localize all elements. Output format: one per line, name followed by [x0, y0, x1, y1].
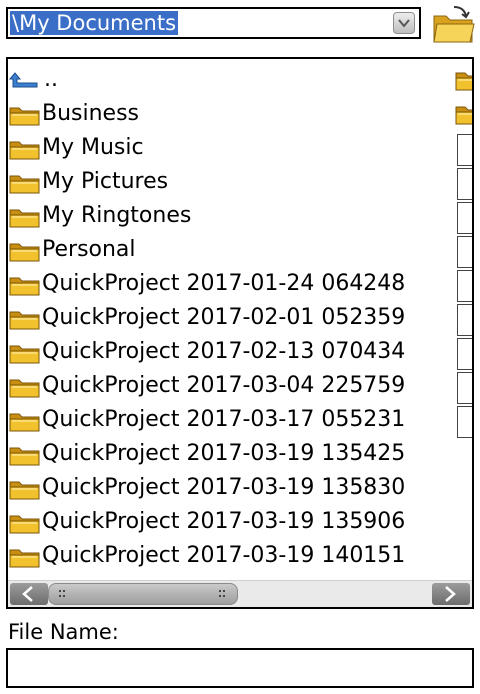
folder-icon	[9, 273, 41, 296]
folder-icon	[9, 443, 41, 466]
folder-row[interactable]: My Ringtones	[8, 199, 453, 233]
folder-icon	[9, 171, 41, 194]
folder-name: QuickProject 2017-03-17 055231	[42, 407, 406, 432]
folder-icon	[9, 137, 41, 160]
folder-row[interactable]: QuickProject 2017-03-17 055231	[8, 403, 453, 437]
chevron-down-icon	[398, 19, 410, 28]
folder-icon	[9, 375, 41, 398]
path-dropdown-button[interactable]	[393, 12, 415, 34]
scroll-left-button[interactable]	[10, 583, 48, 605]
file-list-second-column	[455, 63, 472, 438]
grip-icon	[59, 590, 67, 600]
folder-icon	[9, 239, 41, 262]
folder-row[interactable]: QuickProject 2017-02-01 052359	[8, 301, 453, 335]
folder-icon	[9, 205, 41, 228]
chevron-left-icon	[22, 586, 33, 602]
up-arrow-icon	[8, 69, 41, 91]
scroll-right-button[interactable]	[432, 583, 470, 605]
folder-icon	[9, 341, 41, 364]
folder-icon[interactable]	[455, 97, 472, 131]
folder-name: QuickProject 2017-03-19 135425	[42, 441, 406, 466]
folder-row[interactable]: Personal	[8, 233, 453, 267]
file-icon[interactable]	[455, 199, 472, 234]
file-name-label: File Name:	[8, 620, 119, 644]
path-combobox[interactable]: \My Documents	[6, 7, 421, 39]
file-icon[interactable]	[455, 369, 472, 404]
file-icon[interactable]	[455, 403, 472, 438]
file-icon[interactable]	[455, 335, 472, 370]
folder-name: My Ringtones	[42, 203, 192, 228]
folder-row[interactable]: QuickProject 2017-03-04 225759	[8, 369, 453, 403]
folder-row[interactable]: My Music	[8, 131, 453, 165]
scroll-thumb[interactable]	[48, 583, 238, 605]
folder-name: QuickProject 2017-03-04 225759	[42, 373, 406, 398]
up-folder-button[interactable]	[432, 4, 476, 46]
parent-folder-row[interactable]: ..	[8, 63, 453, 97]
folder-name: QuickProject 2017-02-01 052359	[42, 305, 406, 330]
folder-row[interactable]: QuickProject 2017-03-19 135906	[8, 505, 453, 539]
folder-row[interactable]: QuickProject 2017-03-19 135830	[8, 471, 453, 505]
folder-name: ..	[44, 67, 58, 92]
folder-row[interactable]: QuickProject 2017-03-19 140151	[8, 539, 453, 573]
chevron-right-icon	[445, 586, 456, 602]
folder-icon	[9, 307, 41, 330]
folder-name: QuickProject 2017-03-19 135906	[42, 509, 406, 534]
file-icon[interactable]	[455, 165, 472, 200]
folder-name: QuickProject 2017-03-19 140151	[42, 543, 406, 568]
file-icon[interactable]	[455, 233, 472, 268]
folder-icon	[9, 477, 41, 500]
file-icon[interactable]	[455, 131, 472, 166]
file-list-rows: .. Business My Music My Pictures My Ringtone…	[8, 63, 453, 573]
folder-name: QuickProject 2017-02-13 070434	[42, 339, 406, 364]
file-list[interactable]: .. Business My Music My Pictures My Ringtone…	[6, 57, 474, 609]
file-icon[interactable]	[455, 267, 472, 302]
folder-name: My Pictures	[42, 169, 169, 194]
folder-row[interactable]: My Pictures	[8, 165, 453, 199]
folder-icon	[9, 545, 41, 568]
folder-name: QuickProject 2017-03-19 135830	[42, 475, 406, 500]
grip-icon	[219, 590, 227, 600]
file-name-input[interactable]	[6, 648, 474, 688]
open-folder-icon	[433, 6, 475, 43]
file-icon[interactable]	[455, 301, 472, 336]
folder-row[interactable]: QuickProject 2017-01-24 064248	[8, 267, 453, 301]
folder-icon	[9, 409, 41, 432]
folder-icon	[9, 103, 41, 126]
folder-icon[interactable]	[455, 63, 472, 97]
folder-row[interactable]: Business	[8, 97, 453, 131]
folder-name: My Music	[42, 135, 144, 160]
path-value[interactable]: \My Documents	[10, 11, 179, 35]
folder-name: QuickProject 2017-01-24 064248	[42, 271, 406, 296]
folder-row[interactable]: QuickProject 2017-02-13 070434	[8, 335, 453, 369]
folder-name: Personal	[42, 237, 136, 262]
folder-row[interactable]: QuickProject 2017-03-19 135425	[8, 437, 453, 471]
folder-icon	[9, 511, 41, 534]
horizontal-scrollbar[interactable]	[8, 580, 472, 607]
folder-name: Business	[42, 101, 140, 126]
